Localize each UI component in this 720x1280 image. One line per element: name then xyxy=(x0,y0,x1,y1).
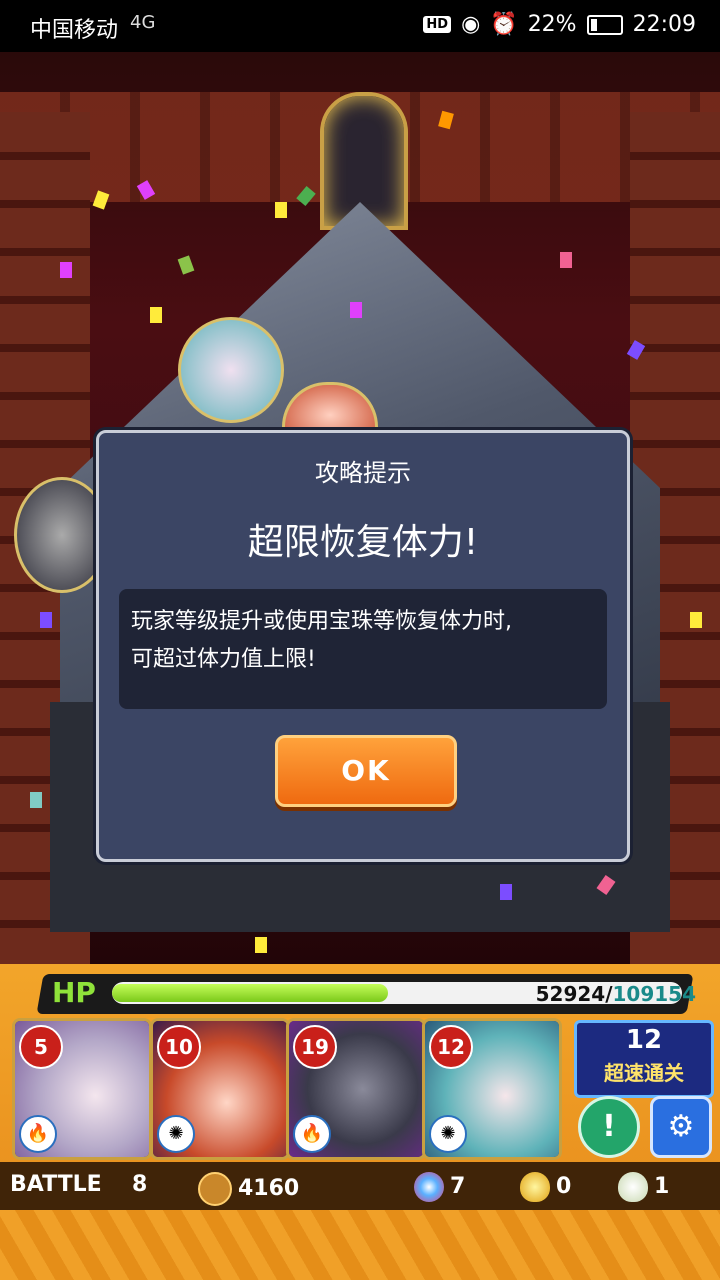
speed-clear-count: 12 xyxy=(625,1025,663,1055)
speed-clear-panel: 12 超速通关 xyxy=(574,1020,714,1098)
info-button[interactable]: ! xyxy=(578,1096,640,1158)
battle-label: BATTLE xyxy=(10,1172,102,1197)
confetti xyxy=(350,302,362,318)
fire-element-icon: 🔥 xyxy=(293,1115,331,1153)
confetti xyxy=(177,255,195,275)
confetti xyxy=(690,612,702,628)
battery-icon xyxy=(586,14,623,35)
dialog-message: 玩家等级提升或使用宝珠等恢复体力时, 可超过体力值上限! xyxy=(119,589,607,709)
alarm-icon: ⏰ xyxy=(490,12,518,37)
hud-bottom-panel xyxy=(0,1210,720,1280)
ok-button[interactable]: OK xyxy=(275,735,457,807)
egg-icon xyxy=(618,1172,648,1202)
speed-clear-label: 超速通关 xyxy=(604,1061,684,1085)
unit-card-2[interactable]: 10 ✺ xyxy=(150,1018,290,1160)
hp-values: 52924/109154 xyxy=(536,982,696,1006)
unit-level-badge: 19 xyxy=(293,1025,337,1069)
hp-label: HP xyxy=(52,976,96,1009)
dialog-headline: 超限恢复体力! xyxy=(247,522,479,563)
coin-value: 4160 xyxy=(238,1176,300,1201)
orb-counter: 7 xyxy=(414,1172,465,1202)
unit-level-badge: 12 xyxy=(429,1025,473,1069)
confetti xyxy=(40,612,52,628)
confetti xyxy=(30,792,42,808)
unit-level-badge: 5 xyxy=(19,1025,63,1069)
hint-dialog: 攻略提示 超限恢复体力! 玩家等级提升或使用宝珠等恢复体力时, 可超过体力值上限… xyxy=(96,430,630,862)
unit-level-badge: 10 xyxy=(157,1025,201,1069)
hp-current: 52924/ xyxy=(535,982,613,1006)
stats-bar: BATTLE 8 4160 7 0 1 xyxy=(0,1162,720,1210)
gold-egg-counter: 0 xyxy=(520,1172,571,1202)
egg-value: 1 xyxy=(654,1174,670,1199)
monster-unit-blue xyxy=(178,317,284,423)
clock-time: 22:09 xyxy=(632,12,696,37)
coin-icon xyxy=(198,1172,232,1206)
network-type: 4G xyxy=(130,12,156,33)
confetti xyxy=(500,884,512,900)
confetti xyxy=(60,262,72,278)
hp-max: 109154 xyxy=(612,982,697,1006)
gold-egg-icon xyxy=(520,1172,550,1202)
confetti xyxy=(255,937,267,953)
battle-value: 8 xyxy=(132,1172,148,1197)
confetti xyxy=(560,252,572,268)
light-element-icon: ✺ xyxy=(429,1115,467,1153)
fire-element-icon: 🔥 xyxy=(19,1115,57,1153)
battle-hud: HP 52924/109154 5 🔥 10 ✺ 19 🔥 12 ✺ 12 超速… xyxy=(0,964,720,1280)
unit-card-4[interactable]: 12 ✺ xyxy=(422,1018,562,1160)
hp-bar-fill xyxy=(112,984,389,1002)
hd-icon: HD xyxy=(423,16,452,33)
dialog-message-line2: 可超过体力值上限! xyxy=(131,647,316,672)
dialog-message-line1: 玩家等级提升或使用宝珠等恢复体力时, xyxy=(131,609,512,634)
gold-egg-value: 0 xyxy=(556,1174,572,1199)
egg-counter: 1 xyxy=(618,1172,669,1202)
dialog-title: 攻略提示 xyxy=(315,459,411,487)
confetti xyxy=(275,202,287,218)
light-element-icon: ✺ xyxy=(157,1115,195,1153)
battery-percent: 22% xyxy=(527,12,577,37)
orb-icon xyxy=(414,1172,444,1202)
gear-icon[interactable]: ⚙ xyxy=(650,1096,712,1158)
unit-card-3[interactable]: 19 🔥 xyxy=(286,1018,426,1160)
unit-card-1[interactable]: 5 🔥 xyxy=(12,1018,152,1160)
confetti xyxy=(150,307,162,323)
carrier-name: 中国移动 xyxy=(30,18,119,43)
orb-value: 7 xyxy=(450,1174,466,1199)
eye-icon: ◉ xyxy=(461,12,481,37)
coin-counter: 4160 xyxy=(198,1172,299,1206)
status-bar: 中国移动 4G HD ◉ ⏰ 22% 22:09 xyxy=(0,0,720,52)
